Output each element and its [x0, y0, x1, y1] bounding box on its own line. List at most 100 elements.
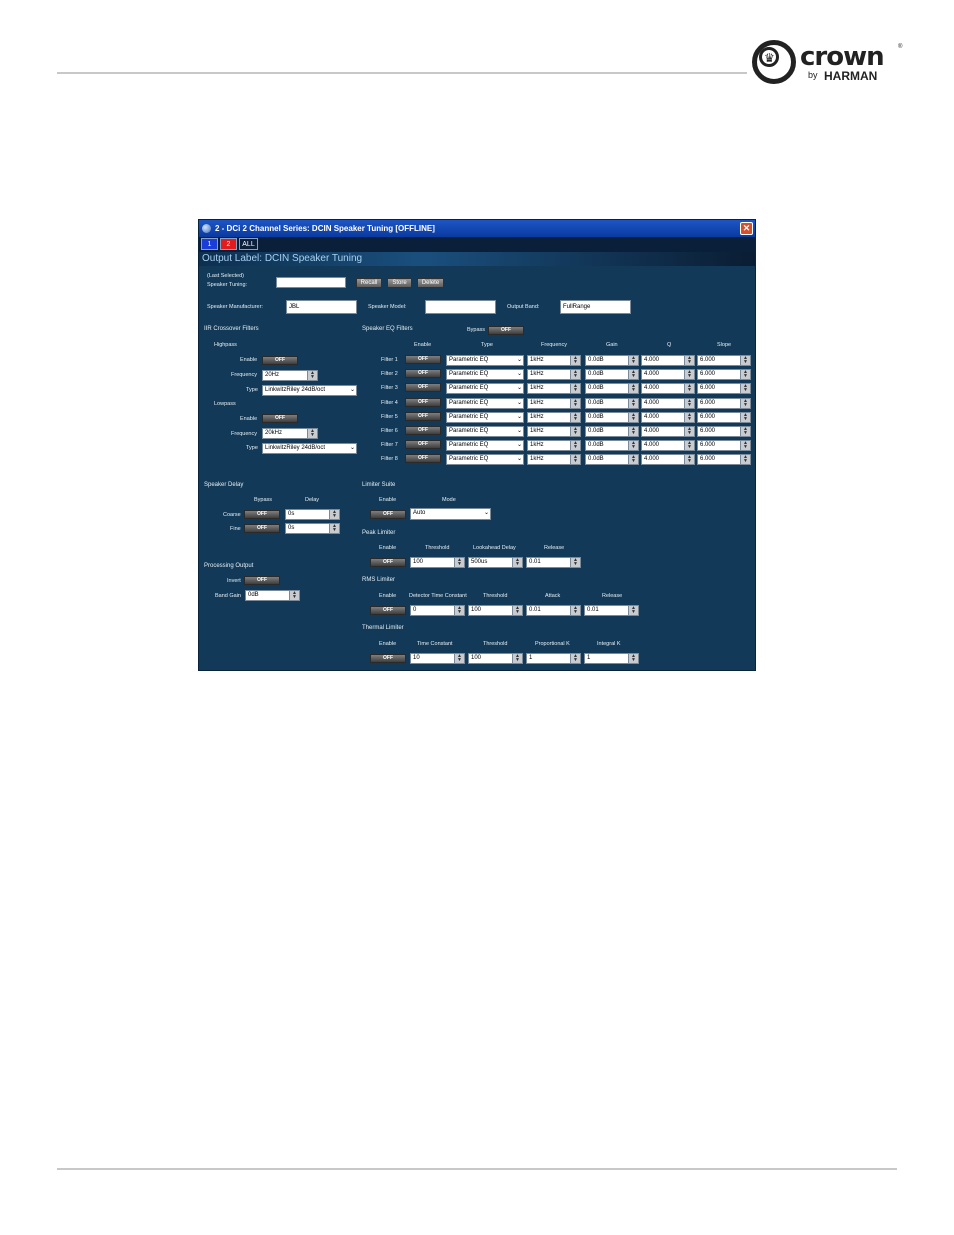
eq-filter-q-spinner[interactable]: ▲ ▼ — [684, 398, 694, 408]
fine-delay-spinner[interactable]: ▲ ▼ — [329, 524, 339, 533]
thermal-integral-spinner[interactable]: ▲ ▼ — [628, 654, 638, 663]
rms-release-input[interactable]: 0.01 ▲ ▼ — [584, 605, 639, 616]
rms-threshold-spinner[interactable]: ▲ ▼ — [512, 606, 522, 615]
eq-filter-q-spinner[interactable]: ▲ ▼ — [684, 370, 694, 380]
eq-filter-q-spinner[interactable]: ▲ ▼ — [684, 412, 694, 422]
eq-filter-type-select[interactable]: Parametric EQ ⌄ — [446, 397, 524, 409]
eq-filter-type-select[interactable]: Parametric EQ ⌄ — [446, 440, 524, 452]
eq-filter-slope-input[interactable]: 6.000 ▲ ▼ — [697, 397, 751, 409]
eq-filter-slope-input[interactable]: 6.000 ▲ ▼ — [697, 440, 751, 452]
eq-filter-gain-input[interactable]: 0.0dB ▲ ▼ — [585, 411, 639, 423]
eq-filter-q-input[interactable]: 4.000 ▲ ▼ — [641, 355, 695, 366]
peak-lookahead-input[interactable]: 500us ▲ ▼ — [468, 557, 523, 568]
rms-enable-toggle[interactable]: OFF — [370, 606, 406, 615]
fine-bypass-toggle[interactable]: OFF — [244, 524, 280, 533]
rms-detector-input[interactable]: 0 ▲ ▼ — [410, 605, 465, 616]
hp-type-select[interactable]: LinkwitzRiley 24dB/oct ⌄ — [262, 385, 357, 396]
eq-filter-slope-input[interactable]: 6.000 ▲ ▼ — [697, 454, 751, 466]
model-input[interactable] — [425, 300, 496, 314]
eq-filter-enable-toggle[interactable]: OFF — [405, 383, 441, 393]
eq-filter-enable-toggle[interactable]: OFF — [405, 369, 441, 379]
eq-filter-frequency-spinner[interactable]: ▲ ▼ — [570, 370, 580, 380]
eq-filter-frequency-input[interactable]: 1kHz ▲ ▼ — [527, 397, 581, 409]
speaker-tuning-input[interactable] — [276, 277, 346, 288]
coarse-bypass-toggle[interactable]: OFF — [244, 510, 280, 519]
eq-filter-q-input[interactable]: 4.000 ▲ ▼ — [641, 397, 695, 409]
eq-filter-q-input[interactable]: 4.000 ▲ ▼ — [641, 411, 695, 423]
thermal-threshold-input[interactable]: 100 ▲ ▼ — [468, 653, 523, 664]
lp-frequency-spinner[interactable]: ▲ ▼ — [307, 429, 317, 438]
eq-filter-gain-spinner[interactable]: ▲ ▼ — [628, 427, 638, 436]
hp-frequency-input[interactable]: 20Hz ▲ ▼ — [262, 370, 318, 381]
peak-release-spinner[interactable]: ▲ ▼ — [570, 558, 580, 567]
eq-filter-gain-spinner[interactable]: ▲ ▼ — [628, 455, 638, 465]
eq-filter-q-spinner[interactable]: ▲ ▼ — [684, 356, 694, 365]
eq-filter-gain-spinner[interactable]: ▲ ▼ — [628, 356, 638, 365]
lp-enable-toggle[interactable]: OFF — [262, 414, 298, 423]
eq-filter-type-select[interactable]: Parametric EQ ⌄ — [446, 369, 524, 381]
eq-filter-gain-input[interactable]: 0.0dB ▲ ▼ — [585, 355, 639, 366]
coarse-delay-spinner[interactable]: ▲ ▼ — [329, 510, 339, 519]
eq-filter-type-select[interactable]: Parametric EQ ⌄ — [446, 426, 524, 437]
peak-threshold-spinner[interactable]: ▲ ▼ — [454, 558, 464, 567]
eq-filter-frequency-input[interactable]: 1kHz ▲ ▼ — [527, 411, 581, 423]
eq-filter-frequency-spinner[interactable]: ▲ ▼ — [570, 356, 580, 365]
eq-filter-q-input[interactable]: 4.000 ▲ ▼ — [641, 383, 695, 395]
eq-filter-frequency-spinner[interactable]: ▲ ▼ — [570, 441, 580, 451]
eq-filter-slope-input[interactable]: 6.000 ▲ ▼ — [697, 355, 751, 366]
rms-attack-input[interactable]: 0.01 ▲ ▼ — [526, 605, 581, 616]
eq-filter-type-select[interactable]: Parametric EQ ⌄ — [446, 411, 524, 423]
eq-filter-slope-spinner[interactable]: ▲ ▼ — [740, 356, 750, 365]
thermal-time-constant-spinner[interactable]: ▲ ▼ — [454, 654, 464, 663]
peak-release-input[interactable]: 0.01 ▲ ▼ — [526, 557, 581, 568]
eq-filter-gain-spinner[interactable]: ▲ ▼ — [628, 384, 638, 394]
eq-filter-enable-toggle[interactable]: OFF — [405, 411, 441, 421]
peak-enable-toggle[interactable]: OFF — [370, 558, 406, 567]
thermal-time-constant-input[interactable]: 10 ▲ ▼ — [410, 653, 465, 664]
eq-filter-enable-toggle[interactable]: OFF — [405, 426, 441, 435]
channel-2-button[interactable]: 2 — [220, 238, 237, 250]
eq-filter-q-spinner[interactable]: ▲ ▼ — [684, 384, 694, 394]
hp-frequency-spinner[interactable]: ▲ ▼ — [307, 371, 317, 380]
eq-filter-slope-spinner[interactable]: ▲ ▼ — [740, 427, 750, 436]
thermal-enable-toggle[interactable]: OFF — [370, 654, 406, 663]
eq-filter-q-input[interactable]: 4.000 ▲ ▼ — [641, 426, 695, 437]
eq-filter-slope-spinner[interactable]: ▲ ▼ — [740, 455, 750, 465]
eq-filter-slope-spinner[interactable]: ▲ ▼ — [740, 441, 750, 451]
eq-filter-enable-toggle[interactable]: OFF — [405, 454, 441, 464]
eq-filter-gain-input[interactable]: 0.0dB ▲ ▼ — [585, 383, 639, 395]
eq-filter-gain-input[interactable]: 0.0dB ▲ ▼ — [585, 440, 639, 452]
eq-filter-gain-input[interactable]: 0.0dB ▲ ▼ — [585, 426, 639, 437]
eq-filter-gain-input[interactable]: 0.0dB ▲ ▼ — [585, 454, 639, 466]
window-titlebar[interactable]: 2 - DCi 2 Channel Series: DCIN Speaker T… — [199, 220, 755, 237]
rms-release-spinner[interactable]: ▲ ▼ — [628, 606, 638, 615]
eq-filter-type-select[interactable]: Parametric EQ ⌄ — [446, 383, 524, 395]
channel-all-button[interactable]: ALL — [239, 238, 258, 250]
lp-type-select[interactable]: LinkwitzRiley 24dB/oct ⌄ — [262, 443, 357, 454]
delete-button[interactable]: Delete — [417, 278, 444, 288]
coarse-delay-input[interactable]: 0s ▲ ▼ — [285, 509, 340, 520]
eq-filter-type-select[interactable]: Parametric EQ ⌄ — [446, 454, 524, 466]
close-button[interactable]: ✕ — [740, 222, 753, 235]
thermal-proportional-input[interactable]: 1 ▲ ▼ — [526, 653, 581, 664]
eq-filter-q-spinner[interactable]: ▲ ▼ — [684, 427, 694, 436]
eq-filter-slope-input[interactable]: 6.000 ▲ ▼ — [697, 411, 751, 423]
band-gain-spinner[interactable]: ▲ ▼ — [289, 591, 299, 600]
channel-1-button[interactable]: 1 — [201, 238, 218, 250]
eq-filter-frequency-spinner[interactable]: ▲ ▼ — [570, 398, 580, 408]
eq-filter-gain-spinner[interactable]: ▲ ▼ — [628, 398, 638, 408]
eq-filter-q-input[interactable]: 4.000 ▲ ▼ — [641, 440, 695, 452]
store-button[interactable]: Store — [387, 278, 412, 288]
eq-filter-enable-toggle[interactable]: OFF — [405, 440, 441, 450]
eq-filter-frequency-spinner[interactable]: ▲ ▼ — [570, 455, 580, 465]
eq-filter-frequency-input[interactable]: 1kHz ▲ ▼ — [527, 355, 581, 366]
eq-filter-slope-input[interactable]: 6.000 ▲ ▼ — [697, 383, 751, 395]
eq-filter-q-spinner[interactable]: ▲ ▼ — [684, 441, 694, 451]
eq-filter-frequency-input[interactable]: 1kHz ▲ ▼ — [527, 440, 581, 452]
eq-filter-slope-spinner[interactable]: ▲ ▼ — [740, 412, 750, 422]
eq-filter-frequency-input[interactable]: 1kHz ▲ ▼ — [527, 383, 581, 395]
eq-filter-q-input[interactable]: 4.000 ▲ ▼ — [641, 454, 695, 466]
eq-filter-gain-spinner[interactable]: ▲ ▼ — [628, 441, 638, 451]
rms-attack-spinner[interactable]: ▲ ▼ — [570, 606, 580, 615]
rms-detector-spinner[interactable]: ▲ ▼ — [454, 606, 464, 615]
